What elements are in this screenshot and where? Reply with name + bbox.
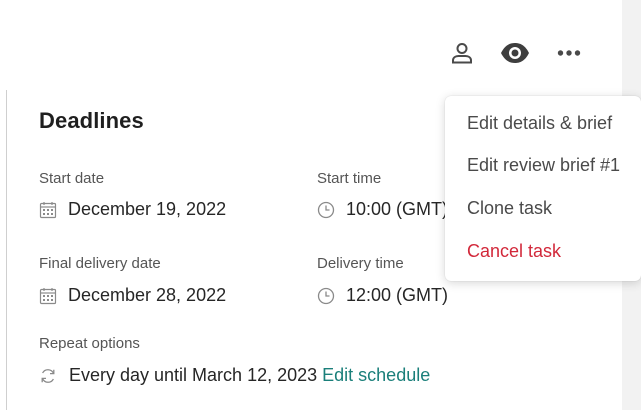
repeat-options-label: Repeat options xyxy=(39,335,140,352)
repeat-icon xyxy=(41,368,55,383)
start-time-label: Start time xyxy=(317,170,382,187)
calendar-icon xyxy=(39,201,57,218)
menu-item-edit-review-brief[interactable]: Edit review brief #1 xyxy=(467,155,620,176)
section-title: Deadlines xyxy=(39,108,144,133)
ellipsis-icon[interactable] xyxy=(554,38,584,68)
start-date-field[interactable]: December 19, 2022 xyxy=(39,199,226,220)
start-time-value: 10:00 (GMT) xyxy=(346,199,449,219)
person-icon[interactable] xyxy=(447,38,477,68)
menu-item-edit-details[interactable]: Edit details & brief xyxy=(467,113,612,134)
repeat-options-field: Every day until March 12, 2023 Edit sche… xyxy=(39,365,430,386)
final-delivery-label: Final delivery date xyxy=(39,255,161,272)
delivery-time-value: 12:00 (GMT) xyxy=(346,285,449,305)
clock-icon xyxy=(317,201,335,218)
edit-schedule-link[interactable]: Edit schedule xyxy=(322,365,430,385)
final-delivery-field[interactable]: December 28, 2022 xyxy=(39,285,226,306)
start-date-value: December 19, 2022 xyxy=(68,199,227,219)
start-time-field[interactable]: 10:00 (GMT) xyxy=(317,199,448,220)
delivery-time-field[interactable]: 12:00 (GMT) xyxy=(317,285,448,306)
final-delivery-value: December 28, 2022 xyxy=(68,285,227,305)
task-actions-menu: Edit details & brief Edit review brief #… xyxy=(445,96,641,281)
clock-icon xyxy=(317,287,335,304)
delivery-time-label: Delivery time xyxy=(317,255,404,272)
menu-item-cancel-task[interactable]: Cancel task xyxy=(467,241,561,262)
panel-divider xyxy=(6,90,7,410)
start-date-label: Start date xyxy=(39,170,105,187)
menu-item-clone-task[interactable]: Clone task xyxy=(467,198,552,219)
eye-icon[interactable] xyxy=(500,38,530,68)
repeat-options-value: Every day until March 12, 2023 xyxy=(69,365,318,385)
calendar-icon xyxy=(39,287,57,304)
